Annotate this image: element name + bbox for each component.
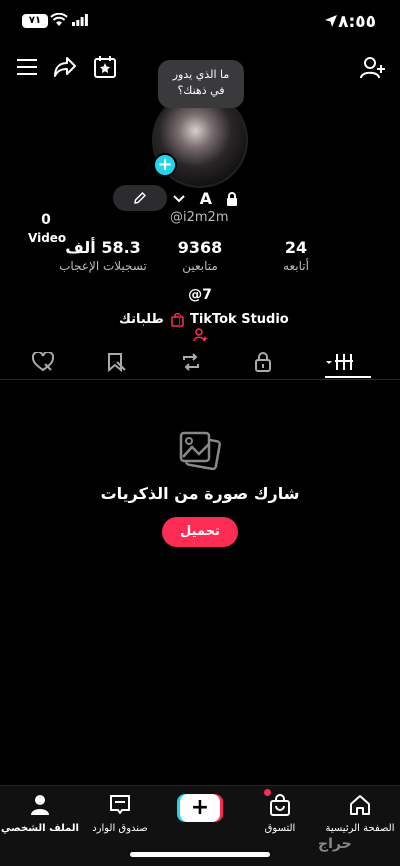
wifi-icon — [50, 13, 68, 27]
lock-icon — [255, 352, 271, 372]
home-icon — [350, 795, 370, 815]
bio-text: @7 — [188, 287, 212, 303]
edit-profile-button[interactable] — [113, 185, 167, 211]
links-divider — [179, 314, 180, 328]
video-count: 0 — [41, 212, 51, 228]
note-bubble-line2: في ذهنك؟ — [177, 84, 225, 97]
share-icon[interactable] — [53, 56, 77, 78]
nav-inbox-label: صندوق الوارد — [92, 823, 148, 834]
menu-icon[interactable] — [17, 57, 39, 77]
likes-label: تسجيلات الإعجاب — [59, 259, 147, 273]
add-friend-icon[interactable] — [360, 56, 386, 80]
tab-reposts[interactable] — [180, 348, 220, 378]
orders-label: طلباتك — [119, 312, 164, 327]
inbox-icon — [110, 795, 130, 814]
followers-label: متابعين — [182, 259, 218, 273]
following-count: 24 — [284, 238, 308, 257]
upload-button[interactable]: تحميل — [162, 517, 238, 547]
tab-videos[interactable] — [325, 348, 371, 378]
tab-private[interactable] — [254, 348, 294, 378]
bookmark-hidden-icon — [108, 353, 126, 373]
shopping-bag-icon — [270, 794, 290, 816]
status-time: ٨:٥٥ — [338, 12, 376, 32]
battery-indicator: ٧١ — [22, 14, 48, 28]
nav-home[interactable]: الصفحة الرئيسية — [320, 794, 400, 834]
username: @i2m2m — [170, 210, 229, 225]
calendar-star-icon[interactable] — [93, 55, 117, 79]
repost-icon — [183, 353, 199, 371]
heart-hidden-icon — [31, 350, 55, 372]
location-arrow-icon — [324, 14, 338, 28]
profile-links-row: طلباتك TikTok Studio — [115, 312, 305, 341]
add-story-plus-icon[interactable]: + — [153, 153, 177, 177]
nav-shop[interactable]: التسوق — [240, 794, 320, 834]
likes-stat[interactable]: 58.3 ألف تسجيلات الإعجاب — [48, 238, 158, 273]
note-bubble[interactable]: ما الذي يدور في ذهنك؟ — [158, 60, 244, 108]
person-icon — [31, 795, 49, 815]
following-stat[interactable]: 24 أتابعه — [241, 238, 351, 273]
status-bar: ٧١ ٨:٥٥ — [0, 0, 400, 44]
nav-home-label: الصفحة الرئيسية — [325, 823, 395, 834]
following-label: أتابعه — [283, 259, 309, 273]
watermark: حراج — [318, 836, 352, 852]
note-bubble-line1: ما الذي يدور — [172, 68, 230, 81]
followers-stat[interactable]: 9368 متابعين — [145, 238, 255, 273]
content-tabs — [0, 344, 400, 380]
chevron-down-icon — [173, 194, 185, 202]
tab-saved[interactable] — [105, 348, 145, 378]
pencil-icon — [134, 192, 146, 204]
shopping-bag-icon — [171, 312, 185, 327]
home-indicator[interactable] — [130, 852, 270, 857]
lock-icon — [226, 191, 237, 206]
orders-link[interactable]: طلباتك — [119, 312, 185, 327]
nav-profile-label: الملف الشخصي — [1, 823, 79, 834]
nav-shop-label: التسوق — [264, 823, 296, 834]
signal-icon — [72, 14, 88, 26]
shop-notification-dot — [264, 789, 271, 796]
followers-count: 9368 — [177, 238, 223, 257]
tab-liked[interactable] — [31, 348, 72, 378]
grid-icon — [326, 354, 353, 370]
studio-link[interactable]: TikTok Studio — [190, 312, 305, 342]
display-name-row[interactable]: A — [172, 188, 238, 208]
creator-icon — [193, 327, 208, 341]
display-name: A — [199, 189, 212, 208]
studio-label: TikTok Studio — [190, 312, 289, 327]
likes-count: 58.3 ألف — [65, 238, 141, 257]
nav-inbox[interactable]: صندوق الوارد — [80, 794, 160, 834]
nav-profile[interactable]: الملف الشخصي — [0, 794, 80, 834]
empty-state-title: شارك صورة من الذكريات — [100, 484, 300, 503]
photos-icon — [178, 430, 222, 476]
create-button[interactable]: + — [180, 794, 220, 822]
